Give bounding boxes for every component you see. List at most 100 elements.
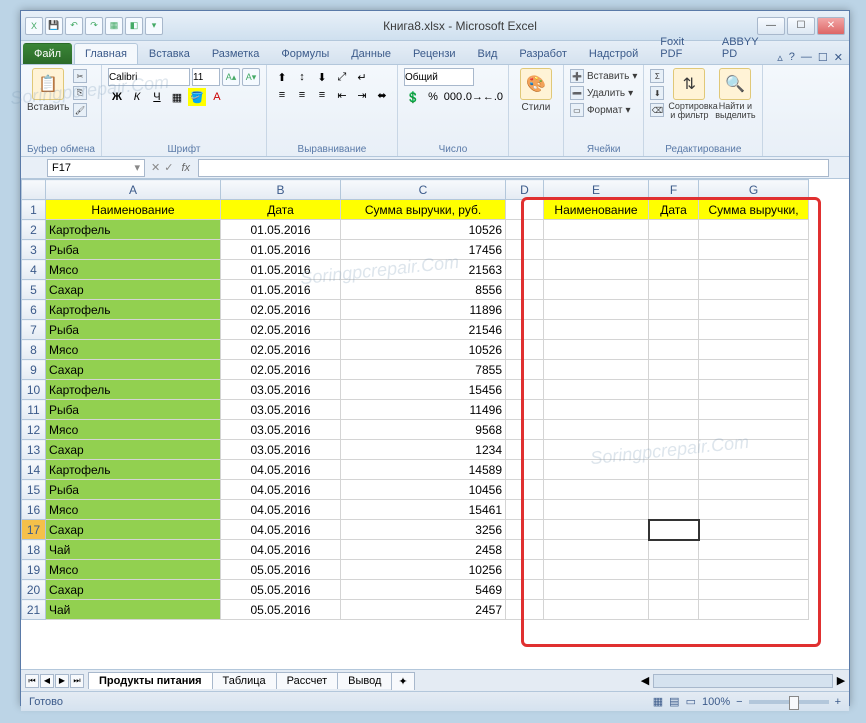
cell[interactable]: 02.05.2016 — [221, 360, 341, 380]
col-header[interactable]: F — [649, 180, 699, 200]
tab-data[interactable]: Данные — [340, 43, 402, 64]
cell[interactable]: 04.05.2016 — [221, 520, 341, 540]
cell[interactable]: 01.05.2016 — [221, 260, 341, 280]
row-header[interactable]: 9 — [22, 360, 46, 380]
cell[interactable] — [506, 460, 544, 480]
cell[interactable]: Сахар — [46, 440, 221, 460]
cell[interactable]: 05.05.2016 — [221, 580, 341, 600]
wnd-min-icon[interactable]: — — [801, 51, 812, 64]
cut-button[interactable]: ✂ — [73, 68, 87, 84]
row-header[interactable]: 17 — [22, 520, 46, 540]
cell[interactable]: 03.05.2016 — [221, 380, 341, 400]
cell[interactable]: Сахар — [46, 520, 221, 540]
row-header[interactable]: 11 — [22, 400, 46, 420]
cell[interactable]: Наименование — [46, 200, 221, 220]
cell[interactable] — [506, 440, 544, 460]
cell[interactable] — [699, 520, 809, 540]
redo-icon[interactable]: ↷ — [85, 17, 103, 35]
cell[interactable] — [544, 600, 649, 620]
fx-icon[interactable]: fx — [181, 162, 190, 174]
zoom-slider[interactable] — [749, 700, 829, 704]
cell[interactable] — [699, 600, 809, 620]
cell[interactable] — [649, 540, 699, 560]
cell[interactable] — [699, 380, 809, 400]
cell[interactable]: Мясо — [46, 340, 221, 360]
cell[interactable]: 21546 — [341, 320, 506, 340]
cell[interactable] — [544, 560, 649, 580]
font-size-select[interactable] — [192, 68, 220, 86]
dec-decimal-icon[interactable]: ←.0 — [484, 88, 502, 106]
cell[interactable] — [699, 280, 809, 300]
align-bottom-icon[interactable]: ⬇ — [313, 68, 331, 86]
cell[interactable]: Дата — [649, 200, 699, 220]
align-middle-icon[interactable]: ↕ — [293, 68, 311, 86]
cell[interactable] — [506, 200, 544, 220]
number-format-select[interactable] — [404, 68, 474, 86]
cell[interactable] — [544, 320, 649, 340]
tab-abbyy[interactable]: ABBYY PD — [711, 31, 777, 64]
cell[interactable] — [649, 480, 699, 500]
tab-insert[interactable]: Вставка — [138, 43, 201, 64]
cell[interactable]: 10256 — [341, 560, 506, 580]
cell[interactable] — [544, 300, 649, 320]
cancel-icon[interactable]: ✕ — [151, 161, 160, 174]
cell[interactable] — [699, 300, 809, 320]
cell[interactable] — [544, 380, 649, 400]
cell[interactable] — [506, 600, 544, 620]
cell[interactable]: Мясо — [46, 500, 221, 520]
cell[interactable] — [506, 400, 544, 420]
wnd-restore-icon[interactable]: ☐ — [818, 51, 828, 64]
cell[interactable]: 05.05.2016 — [221, 560, 341, 580]
cell[interactable] — [699, 400, 809, 420]
cell[interactable]: 21563 — [341, 260, 506, 280]
cell[interactable] — [544, 500, 649, 520]
cell[interactable] — [506, 580, 544, 600]
cell[interactable] — [649, 320, 699, 340]
hscroll-right-icon[interactable]: ▶ — [833, 674, 849, 687]
cell[interactable] — [544, 240, 649, 260]
cell[interactable]: 02.05.2016 — [221, 320, 341, 340]
cell[interactable]: Сумма выручки, — [699, 200, 809, 220]
grow-font-icon[interactable]: A▴ — [222, 68, 240, 86]
row-header[interactable]: 10 — [22, 380, 46, 400]
sheet-tab[interactable]: Таблица — [212, 672, 277, 689]
cell[interactable] — [544, 520, 649, 540]
enter-icon[interactable]: ✓ — [164, 161, 173, 174]
cell[interactable] — [506, 380, 544, 400]
cell[interactable] — [649, 340, 699, 360]
zoom-in-icon[interactable]: + — [835, 696, 841, 708]
cell[interactable] — [649, 420, 699, 440]
cell[interactable]: Картофель — [46, 300, 221, 320]
cell[interactable] — [699, 360, 809, 380]
copy-button[interactable]: ⎘ — [73, 85, 87, 101]
cell[interactable] — [699, 560, 809, 580]
cell[interactable]: 9568 — [341, 420, 506, 440]
cell[interactable]: 10526 — [341, 220, 506, 240]
tab-developer[interactable]: Разработ — [508, 43, 577, 64]
cell[interactable] — [544, 340, 649, 360]
merge-icon[interactable]: ⬌ — [373, 86, 391, 104]
inc-decimal-icon[interactable]: .0→ — [464, 88, 482, 106]
cell[interactable]: 7855 — [341, 360, 506, 380]
row-header[interactable]: 5 — [22, 280, 46, 300]
autosum-button[interactable]: Σ — [650, 68, 664, 84]
col-header[interactable]: A — [46, 180, 221, 200]
cell[interactable] — [649, 260, 699, 280]
row-header[interactable]: 21 — [22, 600, 46, 620]
cell[interactable]: 04.05.2016 — [221, 460, 341, 480]
cell[interactable]: Чай — [46, 540, 221, 560]
cell[interactable]: Наименование — [544, 200, 649, 220]
cell[interactable]: 14589 — [341, 460, 506, 480]
wnd-close-icon[interactable]: ✕ — [834, 51, 843, 64]
row-header[interactable]: 1 — [22, 200, 46, 220]
cell[interactable] — [649, 400, 699, 420]
cell[interactable] — [544, 420, 649, 440]
hscrollbar[interactable] — [653, 674, 833, 688]
cell[interactable]: 11896 — [341, 300, 506, 320]
tab-addins[interactable]: Надстрой — [578, 43, 649, 64]
underline-button[interactable]: Ч — [148, 88, 166, 106]
cell[interactable] — [506, 480, 544, 500]
align-right-icon[interactable]: ≡ — [313, 86, 331, 104]
col-header[interactable]: G — [699, 180, 809, 200]
cell[interactable]: 10456 — [341, 480, 506, 500]
